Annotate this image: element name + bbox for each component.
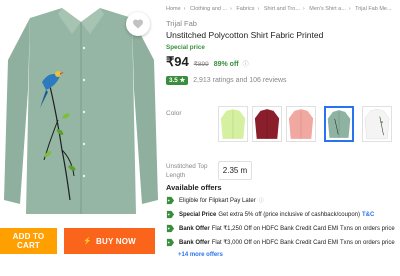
offer-tag-icon [166, 210, 175, 219]
offer-item: Eligible for Flipkart Pay Later ⓘ [166, 196, 264, 205]
offer-type: Special Price [179, 211, 217, 218]
offer-text: Flat ₹1,250 Off on HDFC Bank Credit Card… [211, 226, 395, 232]
price-row: ₹94 ₹899 89% off ⓘ [166, 54, 249, 70]
color-label: Color [166, 110, 182, 117]
mrp-price: ₹899 [193, 61, 209, 68]
more-offers-link[interactable]: +14 more offers [178, 252, 223, 258]
offer-tag-icon [166, 238, 175, 247]
selling-price: ₹94 [166, 54, 189, 69]
offer-type: Bank Offer [179, 225, 210, 232]
offer-text: Flat ₹3,000 Off on HDFC Bank Credit Card… [211, 240, 395, 246]
product-brand[interactable]: Trijal Fab [166, 19, 197, 28]
breadcrumb-item[interactable]: Men's Shirt a... [309, 6, 346, 12]
special-price-label: Special price [166, 44, 205, 51]
product-title: Unstitched Polycotton Shirt Fabric Print… [166, 30, 324, 40]
breadcrumb-item[interactable]: Fabrics [236, 6, 254, 12]
breadcrumb-item[interactable]: Trijal Fab Me... [355, 6, 391, 12]
breadcrumb-item[interactable]: Shirt and Tro... [264, 6, 300, 12]
color-swatch-sage-selected[interactable] [324, 106, 354, 142]
color-swatch-maroon[interactable] [252, 106, 282, 142]
lightning-icon: ⚡ [83, 238, 92, 245]
offer-type: Bank Offer [179, 239, 210, 246]
terms-link[interactable]: T&C [362, 212, 374, 218]
color-swatch-lime[interactable] [218, 106, 248, 142]
color-swatch-white-printed[interactable] [362, 106, 392, 142]
offer-item: Special Price Get extra 5% off (price in… [166, 210, 374, 219]
chevron-right-icon: › [183, 6, 186, 12]
chevron-right-icon: › [348, 6, 351, 12]
color-swatch-salmon[interactable] [286, 106, 316, 142]
offer-item: Bank Offer Flat ₹1,250 Off on HDFC Bank … [166, 224, 395, 233]
breadcrumb: Home › Clothing and ... › Fabrics › Shirt a… [166, 6, 392, 12]
rating-row: 3.5 ★ 2,913 ratings and 106 reviews [166, 76, 287, 85]
offer-tag-icon [166, 196, 175, 205]
info-icon[interactable]: ⓘ [259, 197, 264, 204]
buy-now-button[interactable]: ⚡ BUY NOW [64, 228, 155, 254]
add-to-cart-button[interactable]: ADD TO CART [0, 228, 57, 254]
info-icon[interactable]: ⓘ [243, 59, 249, 68]
size-label: Unstitched Top Length [166, 163, 208, 179]
product-gallery: ADD TO CART ⚡ BUY NOW [0, 0, 162, 276]
chevron-right-icon: › [302, 6, 305, 12]
offer-tag-icon [166, 224, 175, 233]
chevron-right-icon: › [257, 6, 260, 12]
offer-text: Get extra 5% off (price inclusive of cas… [218, 211, 360, 218]
wishlist-heart-icon[interactable] [126, 12, 150, 36]
available-offers-title: Available offers [166, 183, 222, 192]
chevron-right-icon: › [230, 6, 232, 12]
buy-now-label: BUY NOW [96, 236, 136, 246]
product-details: Home › Clothing and ... › Fabrics › Shirt a… [166, 0, 400, 276]
offer-text: Eligible for Flipkart Pay Later [179, 197, 256, 204]
ratings-reviews-count[interactable]: 2,913 ratings and 106 reviews [193, 77, 286, 84]
offer-item: Bank Offer Flat ₹3,000 Off on HDFC Bank … [166, 238, 395, 247]
discount-percent: 89% off [213, 61, 239, 68]
breadcrumb-item[interactable]: Home [166, 6, 181, 12]
breadcrumb-item[interactable]: Clothing and ... [190, 6, 227, 12]
size-option[interactable]: 2.35 m [218, 161, 252, 180]
add-to-cart-label: ADD TO CART [12, 232, 45, 250]
rating-badge: 3.5 ★ [166, 76, 189, 85]
